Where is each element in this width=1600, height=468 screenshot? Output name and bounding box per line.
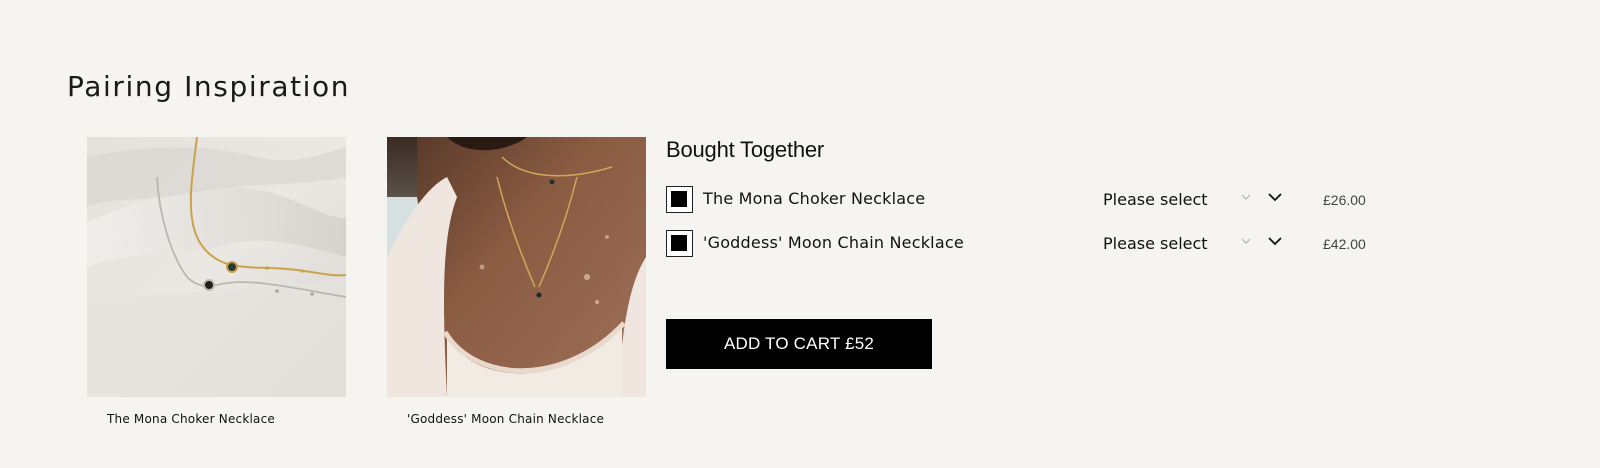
checkbox-checked-mark [671,191,687,207]
bundle-item-price: £42.00 [1323,236,1366,252]
bought-together-panel: Bought Together The Mona Choker Necklace… [666,137,1386,369]
product-image-mona-choker[interactable] [87,137,346,397]
product-card-goddess-moon[interactable]: 'Goddess' Moon Chain Necklace [387,137,646,426]
chevron-down-icon [1268,193,1282,202]
bundle-item-price: £26.00 [1323,192,1366,208]
product-card-mona-choker[interactable]: The Mona Choker Necklace [87,137,346,426]
add-to-cart-button[interactable]: ADD TO CART £52 [666,319,932,369]
variant-select[interactable]: Please select [1093,186,1298,214]
variant-select[interactable]: Please select [1093,230,1298,258]
bundle-item-name: The Mona Choker Necklace [703,189,926,208]
product-caption[interactable]: The Mona Choker Necklace [107,412,275,426]
select-value: Please select [1103,190,1208,209]
chevron-down-icon [1268,237,1282,246]
select-value: Please select [1103,234,1208,253]
chevron-down-icon [1241,194,1251,200]
bundle-title: Bought Together [666,137,825,162]
bundle-item-checkbox[interactable] [666,186,693,213]
product-image-goddess-moon[interactable] [387,137,646,397]
bundle-item-checkbox[interactable] [666,230,693,257]
checkbox-checked-mark [671,235,687,251]
product-caption[interactable]: 'Goddess' Moon Chain Necklace [407,412,604,426]
bundle-item-row: 'Goddess' Moon Chain Necklace Please sel… [666,230,1386,260]
bundle-item-row: The Mona Choker Necklace Please select £… [666,186,1386,216]
bundle-item-name: 'Goddess' Moon Chain Necklace [703,233,964,252]
section-heading: Pairing Inspiration [67,70,351,103]
chevron-down-icon [1241,238,1251,244]
